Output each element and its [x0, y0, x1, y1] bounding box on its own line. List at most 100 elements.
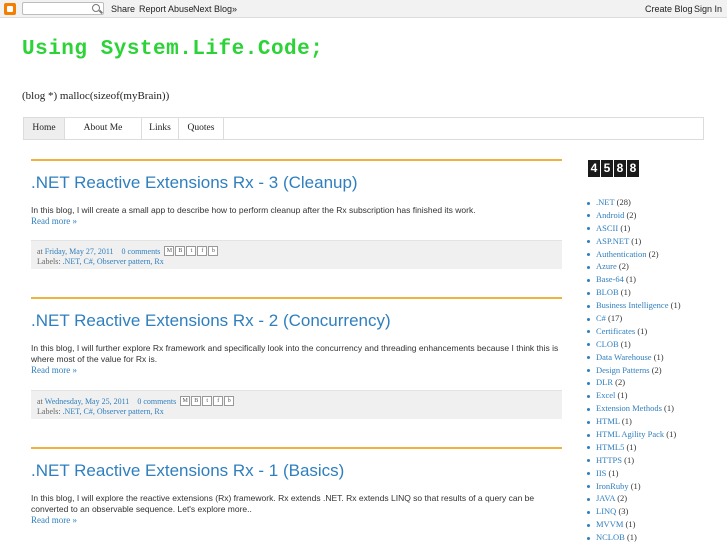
label-link[interactable]: Data Warehouse: [596, 352, 652, 362]
counter-digit: 8: [614, 160, 626, 177]
label-link[interactable]: HTML5: [596, 442, 624, 452]
label-link[interactable]: C#: [596, 313, 606, 323]
bullet-icon: [587, 304, 590, 308]
label-count: (1): [620, 338, 631, 349]
facebook-icon[interactable]: f: [213, 396, 224, 406]
label-link[interactable]: DLR: [596, 377, 613, 387]
post-labels[interactable]: .NET, C#, Observer pattern, Rx: [63, 407, 164, 416]
search-input[interactable]: [22, 2, 104, 15]
label-list-item: C# (17): [587, 312, 681, 325]
label-link[interactable]: LINQ: [596, 506, 616, 516]
sign-in-link[interactable]: Sign In: [694, 4, 722, 14]
label-list-item: JAVA (2): [587, 492, 681, 505]
post-summary: In this blog, I will explore the reactiv…: [31, 493, 562, 526]
bullet-icon: [587, 253, 590, 257]
twitter-icon[interactable]: t: [186, 246, 197, 256]
post-title[interactable]: .NET Reactive Extensions Rx - 1 (Basics): [31, 461, 344, 481]
label-link[interactable]: IIS: [596, 468, 606, 478]
label-link[interactable]: NCLOB: [596, 532, 625, 542]
search-icon[interactable]: [92, 4, 100, 12]
read-more-link[interactable]: Read more »: [31, 216, 562, 227]
bullet-icon: [587, 523, 590, 527]
label-link[interactable]: .NET: [596, 197, 615, 207]
post-divider: [31, 297, 562, 299]
post-title[interactable]: .NET Reactive Extensions Rx - 2 (Concurr…: [31, 311, 391, 331]
label-list-item: IIS (1): [587, 467, 681, 480]
blogger-logo-icon[interactable]: [4, 3, 16, 15]
post-date-link[interactable]: Friday, May 27, 2011: [45, 247, 114, 256]
tab-home[interactable]: Home: [24, 118, 65, 139]
post-date-link[interactable]: Wednesday, May 25, 2011: [45, 397, 130, 406]
label-count: (1): [617, 390, 628, 401]
bullet-icon: [587, 407, 590, 411]
label-count: (3): [618, 506, 629, 517]
label-link[interactable]: HTML: [596, 416, 620, 426]
label-link[interactable]: HTTPS: [596, 455, 622, 465]
label-link[interactable]: MVVM: [596, 519, 623, 529]
tab-quotes[interactable]: Quotes: [179, 118, 224, 139]
bullet-icon: [587, 433, 590, 437]
post-labels[interactable]: .NET, C#, Observer pattern, Rx: [63, 257, 164, 266]
read-more-link[interactable]: Read more »: [31, 515, 562, 526]
facebook-icon[interactable]: f: [197, 246, 208, 256]
email-icon[interactable]: M: [180, 396, 191, 406]
bullet-icon: [587, 459, 590, 463]
label-list-item: Excel (1): [587, 389, 681, 402]
counter-digit: 5: [601, 160, 613, 177]
bullet-icon: [587, 356, 590, 360]
label-link[interactable]: Business Intelligence: [596, 300, 668, 310]
blog-description: (blog *) malloc(sizeof(myBrain)): [22, 90, 170, 102]
next-blog-link[interactable]: Next Blog»: [193, 4, 237, 14]
buzz-icon[interactable]: b: [224, 396, 235, 406]
label-count: (1): [664, 403, 674, 414]
label-link[interactable]: Extension Methods: [596, 403, 662, 413]
bullet-icon: [587, 382, 590, 386]
bullet-icon: [587, 343, 590, 347]
page-tabs: Home About Me Links Quotes: [23, 117, 704, 140]
post-divider: [31, 159, 562, 161]
share-link[interactable]: Share: [111, 4, 135, 14]
blogthis-icon[interactable]: B: [191, 396, 202, 406]
post-title[interactable]: .NET Reactive Extensions Rx - 3 (Cleanup…: [31, 173, 358, 193]
label-count: (1): [670, 300, 681, 311]
label-count: (17): [608, 313, 623, 324]
blog-title[interactable]: Using System.Life.Code;: [22, 38, 323, 61]
blogthis-icon[interactable]: B: [175, 246, 186, 256]
read-more-link[interactable]: Read more »: [31, 365, 562, 376]
label-count: (1): [630, 480, 641, 491]
comments-link[interactable]: 0 comments: [122, 247, 161, 256]
label-link[interactable]: Azure: [596, 261, 617, 271]
label-link[interactable]: Certificates: [596, 326, 635, 336]
post-divider: [31, 447, 562, 449]
label-count: (1): [621, 416, 632, 427]
labels-list: .NET (28) Android (2) ASCII (1) ASP.NET (1)…: [587, 196, 681, 544]
label-list-item: Android (2): [587, 209, 681, 222]
comments-link[interactable]: 0 comments: [137, 397, 176, 406]
label-link[interactable]: ASP.NET: [596, 236, 629, 246]
label-link[interactable]: ASCII: [596, 223, 618, 233]
buzz-icon[interactable]: b: [208, 246, 219, 256]
bullet-icon: [587, 498, 590, 502]
counter-digit: 4: [588, 160, 600, 177]
label-link[interactable]: HTML Agility Pack: [596, 429, 664, 439]
label-list-item: Authentication (2): [587, 248, 681, 261]
label-link[interactable]: JAVA: [596, 493, 615, 503]
label-link[interactable]: BLOB: [596, 287, 619, 297]
tab-links[interactable]: Links: [142, 118, 179, 139]
bullet-icon: [587, 291, 590, 295]
create-blog-link[interactable]: Create Blog: [645, 4, 693, 14]
label-link[interactable]: CLOB: [596, 339, 619, 349]
twitter-icon[interactable]: t: [202, 396, 213, 406]
label-link[interactable]: Design Patterns: [596, 365, 650, 375]
email-icon[interactable]: M: [164, 246, 175, 256]
tab-about-me[interactable]: About Me: [65, 118, 142, 139]
label-link[interactable]: IronRuby: [596, 481, 629, 491]
post-summary: In this blog, I will further explore Rx …: [31, 343, 562, 376]
label-link[interactable]: Authentication: [596, 249, 647, 259]
label-count: (28): [616, 197, 631, 207]
label-link[interactable]: Android: [596, 210, 624, 220]
report-abuse-link[interactable]: Report Abuse: [139, 4, 194, 14]
label-link[interactable]: Base-64: [596, 274, 624, 284]
label-link[interactable]: Excel: [596, 390, 615, 400]
label-list-item: Design Patterns (2): [587, 364, 681, 377]
